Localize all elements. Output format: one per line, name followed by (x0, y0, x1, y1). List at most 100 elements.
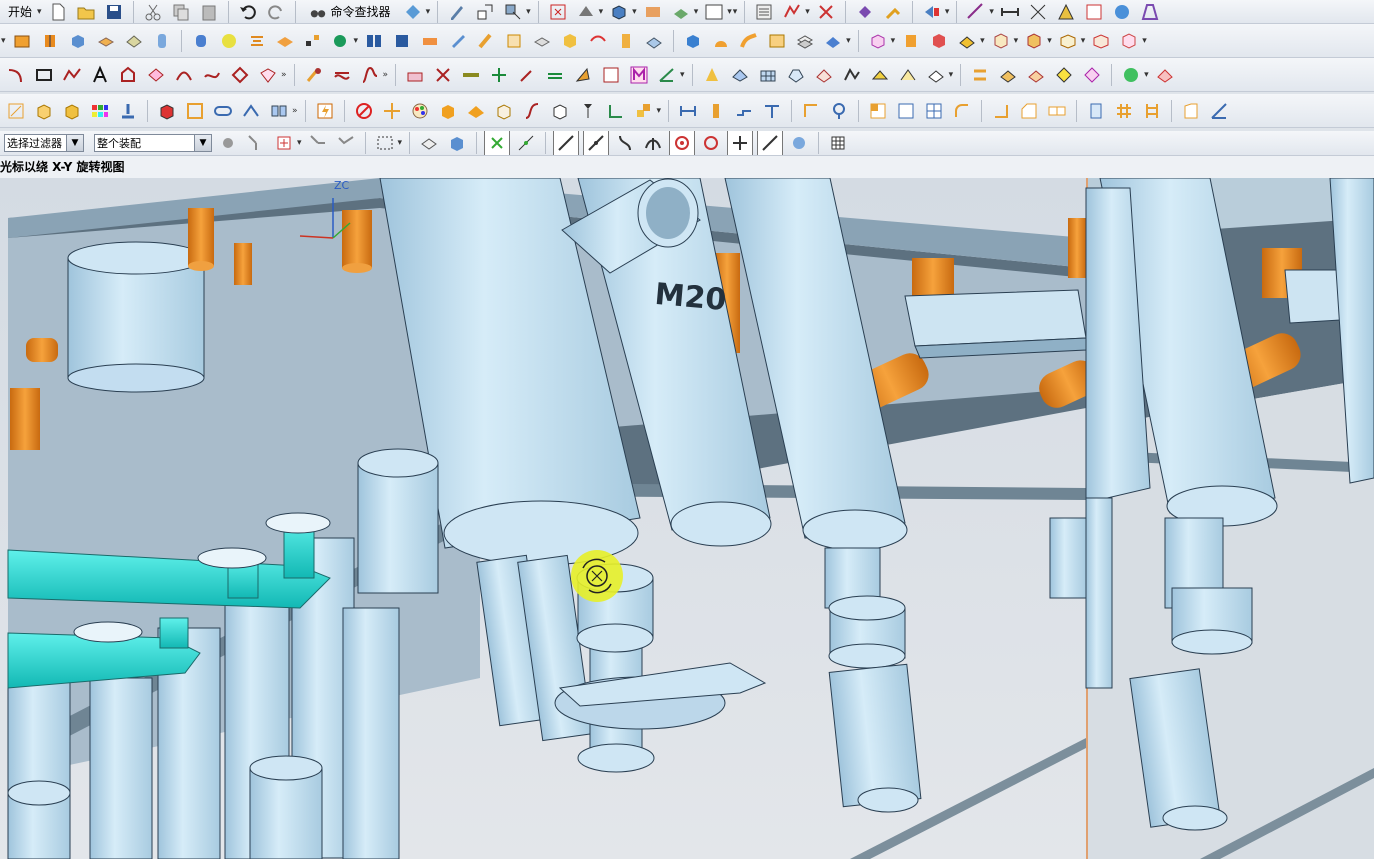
info-object-icon[interactable] (1082, 0, 1106, 23)
curve-s-icon[interactable] (520, 99, 544, 123)
through-curves-icon[interactable] (728, 63, 752, 87)
frame-icon[interactable] (183, 99, 207, 123)
draft-analysis-icon[interactable] (1138, 0, 1162, 23)
deselect-icon[interactable] (334, 131, 358, 155)
more-tools-icon[interactable]: » (281, 70, 287, 80)
dropdown-arrow-icon[interactable]: ▾ (949, 70, 954, 80)
datum-plane-icon[interactable] (403, 63, 427, 87)
polyline-icon[interactable] (60, 63, 84, 87)
more-tools-icon[interactable]: » (292, 106, 298, 116)
white-box-icon[interactable] (492, 99, 516, 123)
parting-icon[interactable] (245, 29, 269, 53)
point-icon[interactable] (487, 63, 511, 87)
grid-table-icon[interactable] (922, 99, 946, 123)
render-style-icon[interactable] (574, 0, 598, 23)
dimension-icon[interactable] (676, 99, 700, 123)
start-menu-button[interactable]: 开始 (4, 3, 36, 20)
boss-icon[interactable] (793, 29, 817, 53)
fit-view-icon[interactable] (546, 0, 570, 23)
bom-icon[interactable] (642, 29, 666, 53)
snap-intersection-icon[interactable] (641, 131, 665, 155)
shrinkage-icon[interactable] (66, 29, 90, 53)
sphere-icon[interactable] (217, 29, 241, 53)
unite-icon[interactable] (866, 29, 890, 53)
component-icon[interactable] (417, 131, 441, 155)
dropdown-arrow-icon[interactable]: ▾ (727, 7, 732, 17)
spot-icon[interactable] (827, 99, 851, 123)
trim-curve-icon[interactable] (330, 63, 354, 87)
sew-icon[interactable] (968, 63, 992, 87)
palette-icon[interactable] (408, 99, 432, 123)
mold-csys-icon[interactable] (38, 29, 62, 53)
copy-icon[interactable] (169, 0, 193, 23)
paste-icon[interactable] (197, 0, 221, 23)
snap-point-on-curve-icon[interactable] (757, 131, 784, 155)
extension-icon[interactable] (868, 63, 892, 87)
patch-icon[interactable] (996, 63, 1020, 87)
color-swatch-icon[interactable] (702, 0, 726, 23)
hole-icon[interactable] (765, 29, 789, 53)
untrim-icon[interactable] (1080, 63, 1104, 87)
save-icon[interactable] (102, 0, 126, 23)
workpiece-icon[interactable] (94, 29, 118, 53)
solid-box-icon[interactable] (436, 99, 460, 123)
snap-point-icon[interactable] (244, 131, 268, 155)
pad-icon[interactable] (821, 29, 845, 53)
cube-outline-icon[interactable] (548, 99, 572, 123)
assembly-scope-select[interactable]: 整个装配 ▼ (94, 134, 212, 152)
lightning-icon[interactable] (313, 99, 337, 123)
thicken-icon[interactable] (1024, 63, 1048, 87)
mesh-surface-icon[interactable] (756, 63, 780, 87)
snap-control-point-icon[interactable] (613, 131, 637, 155)
dropdown-arrow-icon[interactable]: ▾ (297, 138, 302, 148)
redo-icon[interactable] (264, 0, 288, 23)
select-all-icon[interactable] (306, 131, 330, 155)
more-tools-icon[interactable]: » (383, 70, 389, 80)
angle-icon[interactable] (655, 63, 679, 87)
snap-midpoint-icon[interactable] (514, 131, 538, 155)
corner-icon[interactable] (799, 99, 823, 123)
section-curve-icon[interactable] (228, 63, 252, 87)
analysis-sphere-icon[interactable] (1110, 0, 1134, 23)
snap-tangent-icon[interactable] (583, 131, 610, 155)
studio-surface-icon[interactable] (896, 63, 920, 87)
draft-icon[interactable] (1179, 99, 1203, 123)
rectangle-icon[interactable] (32, 63, 56, 87)
move-face-icon[interactable] (1117, 29, 1141, 53)
arc-icon[interactable] (4, 63, 28, 87)
ladder-icon[interactable] (1140, 99, 1164, 123)
curvature-icon[interactable] (1153, 63, 1177, 87)
transform-icon[interactable] (501, 0, 525, 23)
gap-icon[interactable] (1045, 99, 1069, 123)
snap-line-icon[interactable] (553, 131, 580, 155)
wcs-icon[interactable] (604, 99, 628, 123)
block-icon[interactable] (60, 99, 84, 123)
start-dropdown-icon[interactable]: ▾ (37, 7, 42, 17)
dropdown-arrow-icon[interactable]: ▾ (680, 70, 685, 80)
selection-filter-select[interactable]: 选择过滤器 ▼ (4, 134, 84, 152)
background-icon[interactable] (641, 0, 665, 23)
mold-wizard-icon[interactable] (853, 0, 877, 23)
cooling-icon[interactable] (502, 29, 526, 53)
pin-icon[interactable] (704, 99, 728, 123)
square-solid-icon[interactable] (866, 99, 890, 123)
dropdown-arrow-icon[interactable]: ▾ (426, 7, 431, 17)
slider-icon[interactable] (418, 29, 442, 53)
command-finder-button[interactable]: 命令查找器 (303, 3, 397, 21)
insert-pocket-icon[interactable] (530, 29, 554, 53)
feature-curve-icon[interactable] (272, 131, 296, 155)
snap-existing-point-icon[interactable] (727, 131, 754, 155)
layout-icon[interactable] (122, 29, 146, 53)
snap-quadrant-icon[interactable] (699, 131, 723, 155)
dropdown-arrow-icon[interactable]: ▾ (526, 7, 531, 17)
dropdown-arrow-icon[interactable]: ▾ (989, 7, 994, 17)
prohibit-icon[interactable] (352, 99, 376, 123)
dropdown-arrow-icon[interactable]: ▾ (632, 7, 637, 17)
grid-view-icon[interactable] (826, 131, 850, 155)
measure-distance-icon[interactable] (964, 0, 988, 23)
dropdown-arrow-icon[interactable]: ▾ (1047, 36, 1052, 46)
orient-view-icon[interactable] (607, 0, 631, 23)
box-icon[interactable] (32, 99, 56, 123)
delete-face-icon[interactable] (1089, 29, 1113, 53)
render-icon[interactable] (155, 99, 179, 123)
